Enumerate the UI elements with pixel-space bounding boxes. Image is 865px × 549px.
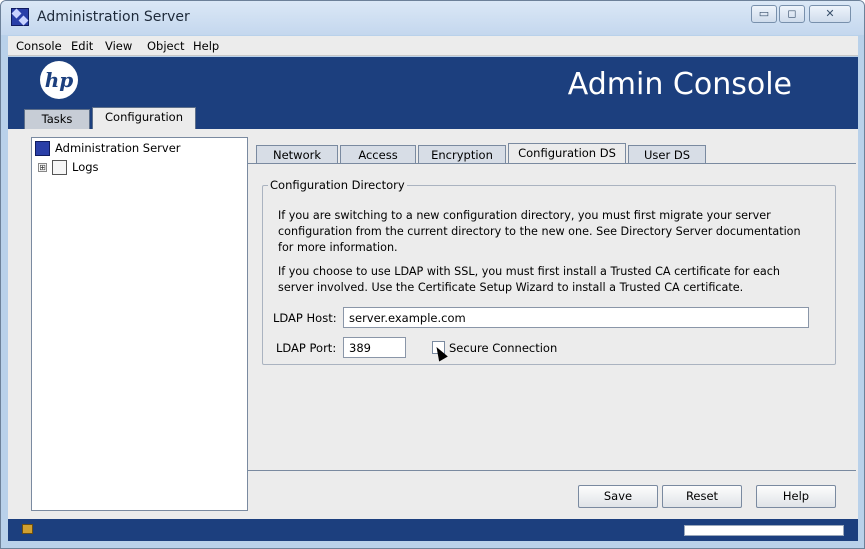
tab-network[interactable]: Network (256, 145, 338, 164)
configuration-directory-group: Configuration Directory If you are switc… (262, 178, 836, 365)
group-title: Configuration Directory (268, 178, 407, 192)
menu-edit[interactable]: Edit (71, 39, 93, 53)
menu-object[interactable]: Object (147, 39, 184, 53)
menu-help[interactable]: Help (193, 39, 219, 53)
tab-tasks[interactable]: Tasks (24, 109, 90, 129)
title-bar: Administration Server ▭ ◻ ✕ (1, 1, 864, 35)
minimize-button[interactable]: ▭ (751, 5, 777, 23)
ldap-port-input[interactable] (343, 337, 406, 358)
tab-access[interactable]: Access (340, 145, 416, 164)
tree-label: Administration Server (55, 141, 181, 155)
secure-connection-label: Secure Connection (449, 341, 558, 355)
tree-label: Logs (72, 160, 99, 174)
tree-item-logs[interactable]: ⊞ Logs (38, 160, 99, 175)
tab-configuration[interactable]: Configuration (92, 107, 196, 129)
window-title: Administration Server (37, 9, 190, 25)
settings-panel: Network Access Encryption Configuration … (248, 129, 858, 519)
expand-icon[interactable]: ⊞ (38, 163, 47, 172)
help-button[interactable]: Help (756, 485, 836, 508)
tree-item-administration-server[interactable]: Administration Server (35, 141, 181, 156)
navigation-tree: Administration Server ⊞ Logs (31, 137, 248, 511)
server-icon (35, 141, 50, 156)
reset-button[interactable]: Reset (662, 485, 742, 508)
banner-title: Admin Console (567, 67, 792, 102)
mouse-cursor-icon (432, 344, 448, 362)
save-button[interactable]: Save (578, 485, 658, 508)
maximize-button[interactable]: ◻ (779, 5, 805, 23)
ldap-port-label: LDAP Port: (276, 341, 337, 355)
migration-info-text: If you are switching to a new configurat… (278, 209, 801, 254)
status-bar (8, 519, 858, 541)
tab-configuration-ds[interactable]: Configuration DS (508, 143, 626, 164)
banner: hp Admin Console Tasks Configuration (8, 57, 858, 129)
hp-logo: hp (40, 61, 78, 99)
content-area: Administration Server ⊞ Logs Network Acce… (8, 129, 858, 519)
ldap-host-label: LDAP Host: (273, 311, 337, 325)
lock-icon (22, 524, 33, 534)
tab-encryption[interactable]: Encryption (418, 145, 506, 164)
app-icon (11, 8, 29, 26)
progress-bar (684, 525, 844, 536)
folder-icon (52, 160, 67, 175)
menu-console[interactable]: Console (16, 39, 62, 53)
tab-user-ds[interactable]: User DS (628, 145, 706, 164)
ldap-host-input[interactable] (343, 307, 809, 328)
menu-view[interactable]: View (105, 39, 132, 53)
close-button[interactable]: ✕ (809, 5, 851, 23)
menu-bar: Console Edit View Object Help (8, 36, 858, 56)
ssl-info-text: If you choose to use LDAP with SSL, you … (278, 265, 781, 294)
app-window: Administration Server ▭ ◻ ✕ Console Edit… (0, 0, 865, 549)
